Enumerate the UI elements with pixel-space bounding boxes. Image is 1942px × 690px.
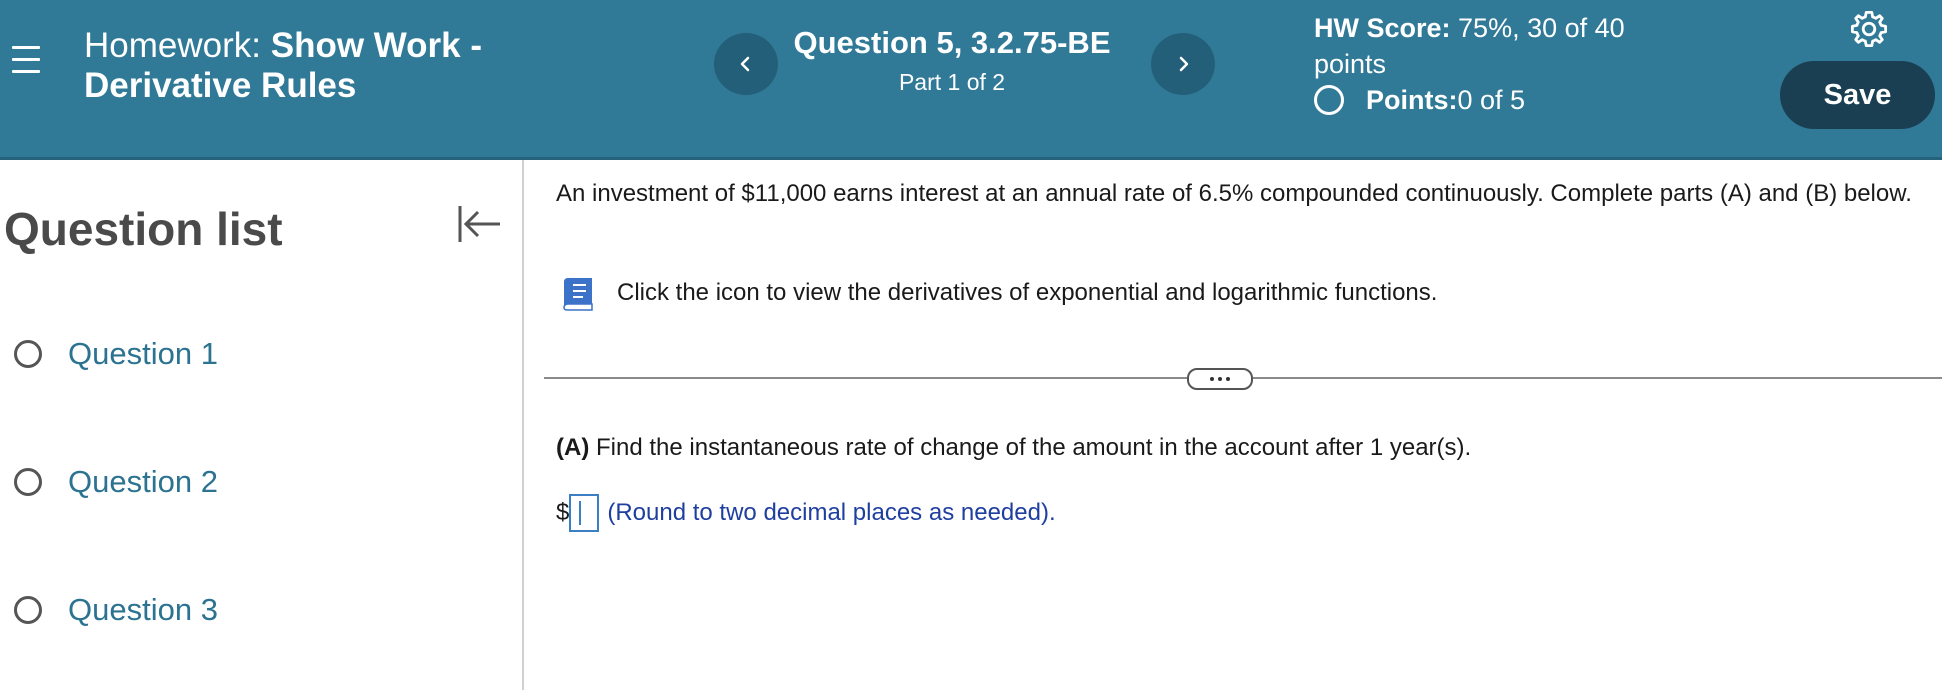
book-icon[interactable] bbox=[559, 273, 599, 313]
derivatives-reference-text: Click the icon to view the derivatives o… bbox=[617, 279, 1438, 306]
question-info: Question 5, 3.2.75-BE Part 1 of 2 bbox=[782, 24, 1122, 98]
expand-ellipsis-button[interactable] bbox=[1187, 368, 1253, 390]
ellipsis-dot bbox=[1210, 377, 1214, 381]
part-a-text: Find the instantaneous rate of change of… bbox=[589, 434, 1472, 461]
answer-input-wrap bbox=[569, 494, 605, 532]
question-list-item-label: Question 1 bbox=[68, 336, 218, 371]
question-list-item-1[interactable]: Question 1 bbox=[14, 330, 218, 378]
save-button[interactable]: Save bbox=[1780, 61, 1935, 129]
question-status-circle-icon bbox=[14, 468, 42, 496]
question-list-sidebar: Question list Question 1 Question 2 Ques… bbox=[0, 160, 524, 690]
points-status-circle-icon bbox=[1314, 85, 1344, 115]
gear-icon[interactable] bbox=[1848, 8, 1890, 50]
question-part: Part 1 of 2 bbox=[898, 69, 1006, 95]
rounding-hint: (Round to two decimal places as needed). bbox=[607, 499, 1056, 526]
collapse-left-icon[interactable] bbox=[452, 198, 504, 250]
next-question-button[interactable] bbox=[1151, 33, 1215, 95]
homework-title: Homework: Show Work - Derivative Rules bbox=[84, 26, 564, 106]
points-label: Points: bbox=[1366, 85, 1458, 115]
derivatives-reference-row: Click the icon to view the derivatives o… bbox=[559, 273, 1437, 313]
answer-input[interactable] bbox=[569, 494, 600, 532]
question-status-circle-icon bbox=[14, 340, 42, 368]
hw-score: HW Score: 75%, 30 of 40 points bbox=[1314, 10, 1674, 82]
homework-prefix: Homework: bbox=[84, 26, 271, 65]
points-status: Points: 0 of 5 bbox=[1314, 82, 1525, 118]
hw-score-label: HW Score: bbox=[1314, 13, 1451, 43]
question-content: An investment of $11,000 earns interest … bbox=[544, 160, 1942, 690]
previous-question-button[interactable] bbox=[714, 33, 778, 95]
part-a-prompt: (A) Find the instantaneous rate of chang… bbox=[556, 434, 1471, 462]
question-list-title: Question list bbox=[4, 203, 283, 255]
hamburger-menu-icon[interactable] bbox=[12, 44, 40, 76]
question-list-item-3[interactable]: Question 3 bbox=[14, 586, 218, 634]
ellipsis-dot bbox=[1218, 377, 1222, 381]
problem-statement: An investment of $11,000 earns interest … bbox=[556, 180, 1912, 207]
question-status-circle-icon bbox=[14, 596, 42, 624]
question-list-item-label: Question 2 bbox=[68, 464, 218, 499]
chevron-right-icon bbox=[1179, 56, 1189, 72]
question-title: Question 5, 3.2.75-BE bbox=[793, 25, 1111, 60]
question-list-item-label: Question 3 bbox=[68, 592, 218, 627]
chevron-left-icon bbox=[740, 56, 750, 72]
text-cursor bbox=[579, 501, 582, 525]
top-header: Homework: Show Work - Derivative Rules Q… bbox=[0, 0, 1942, 160]
currency-symbol: $ bbox=[556, 499, 570, 526]
points-value: 0 of 5 bbox=[1457, 85, 1526, 115]
ellipsis-dot bbox=[1226, 377, 1230, 381]
part-a-label: (A) bbox=[556, 434, 590, 461]
question-list-item-2[interactable]: Question 2 bbox=[14, 458, 218, 506]
answer-row: $ (Round to two decimal places as needed… bbox=[556, 494, 1056, 532]
